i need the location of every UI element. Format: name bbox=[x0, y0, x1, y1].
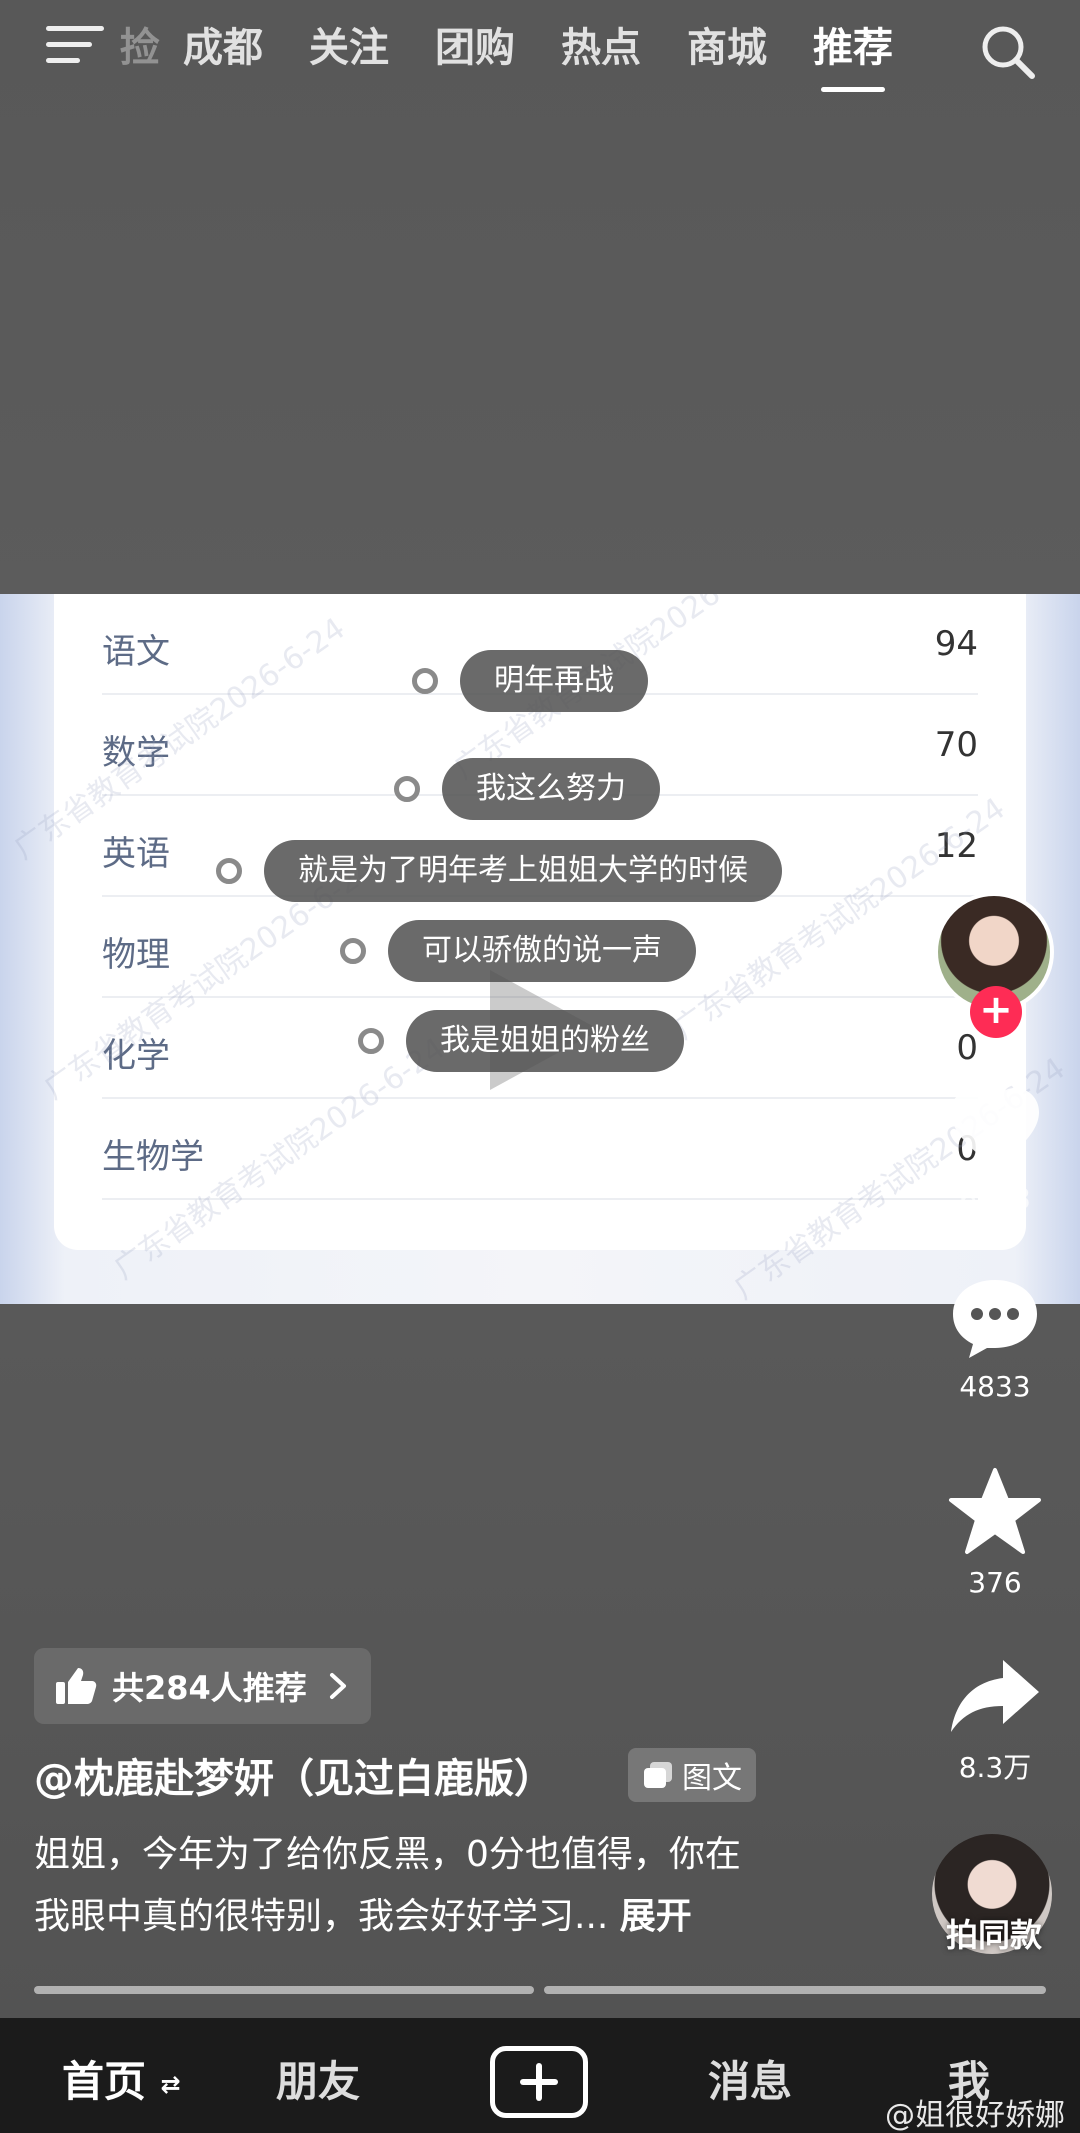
image-progress-segment[interactable] bbox=[34, 1986, 534, 1994]
author-avatar-group: + bbox=[934, 892, 1054, 1038]
score-value: 0 bbox=[956, 1028, 978, 1068]
danmaku-bubble: 就是为了明年考上姐姐大学的时候 bbox=[264, 840, 782, 902]
subject-label: 数学 bbox=[102, 733, 170, 773]
danmaku-bubble: 可以骄傲的说一声 bbox=[388, 920, 696, 982]
follow-plus-icon[interactable]: + bbox=[970, 986, 1022, 1038]
thumbs-up-icon bbox=[56, 1668, 97, 1704]
tab-recommended[interactable]: 推荐 bbox=[790, 18, 916, 78]
danmaku-dot-icon bbox=[340, 938, 366, 964]
tab-partial[interactable]: 捡 bbox=[120, 18, 160, 78]
tab-trending[interactable]: 热点 bbox=[538, 18, 664, 78]
post-type-label: 图文 bbox=[682, 1761, 742, 1796]
top-navigation: 捡 成都 关注 团购 热点 商城 推荐 bbox=[0, 0, 1080, 110]
tab-home-label: 首页 bbox=[62, 2057, 147, 2106]
tab-messages[interactable]: 消息 bbox=[708, 2048, 792, 2109]
switch-arrows-icon: ⇄ bbox=[160, 2070, 181, 2099]
share-icon bbox=[951, 1660, 1039, 1732]
share-action[interactable]: 8.3万 bbox=[930, 1656, 1060, 1786]
description-line: 姐姐，今年为了给你反黑，0分也值得，你在 bbox=[34, 1834, 741, 1875]
subject-label: 化学 bbox=[102, 1036, 170, 1076]
post-description: 姐姐，今年为了给你反黑，0分也值得，你在 我眼中真的很特别，我会好好学习... … bbox=[34, 1824, 834, 1948]
search-icon[interactable] bbox=[978, 22, 1038, 82]
same-style-button[interactable]: 拍同款 bbox=[932, 1834, 1056, 1958]
recommend-text: 共284人推荐 bbox=[112, 1669, 307, 1707]
author-name[interactable]: @枕鹿赴梦妍（见过白鹿版） bbox=[34, 1746, 554, 1804]
heart-icon bbox=[951, 1088, 1039, 1168]
danmaku-dot-icon bbox=[394, 776, 420, 802]
danmaku-item: 就是为了明年考上姐姐大学的时候 bbox=[216, 840, 782, 902]
danmaku-dot-icon bbox=[216, 858, 242, 884]
danmaku-item: 可以骄傲的说一声 bbox=[340, 920, 696, 982]
danmaku-bubble: 我这么努力 bbox=[442, 758, 660, 820]
danmaku-bubble: 明年再战 bbox=[460, 650, 648, 712]
description-line-text: 我眼中真的很特别，我会好好学习... bbox=[34, 1896, 609, 1937]
recommend-pill[interactable]: 共284人推荐 bbox=[34, 1648, 371, 1724]
tab-home[interactable]: 首页 ⇄ bbox=[62, 2048, 181, 2109]
post-type-tag: 图文 bbox=[628, 1748, 756, 1802]
danmaku-item: 我这么努力 bbox=[394, 758, 660, 820]
comment-icon bbox=[953, 1280, 1037, 1358]
chevron-right-icon bbox=[329, 1673, 346, 1699]
danmaku-bubble: 我是姐姐的粉丝 bbox=[406, 1010, 684, 1072]
create-button[interactable] bbox=[490, 2046, 588, 2118]
score-value: 94 bbox=[934, 624, 978, 664]
overlay-watermark: @姐很好娇娜 bbox=[885, 2098, 1065, 2133]
score-value: 70 bbox=[934, 725, 978, 765]
comment-action[interactable]: 4833 bbox=[930, 1276, 1060, 1403]
same-style-label: 拍同款 bbox=[945, 1916, 1042, 1954]
image-text-icon bbox=[644, 1762, 672, 1788]
menu-icon[interactable] bbox=[46, 22, 104, 68]
favorite-count: 376 bbox=[968, 1566, 1022, 1599]
danmaku-dot-icon bbox=[412, 668, 438, 694]
subject-label: 语文 bbox=[102, 632, 170, 672]
subject-label: 英语 bbox=[102, 834, 170, 874]
score-row: 生物学 0 bbox=[102, 1099, 978, 1200]
favorite-action[interactable]: 376 bbox=[930, 1466, 1060, 1599]
subject-label: 物理 bbox=[102, 935, 170, 975]
tab-group-buy[interactable]: 团购 bbox=[412, 18, 538, 78]
danmaku-item: 明年再战 bbox=[412, 650, 648, 712]
share-count: 8.3万 bbox=[958, 1751, 1032, 1784]
like-action[interactable]: 6148 bbox=[930, 1084, 1060, 1215]
expand-link[interactable]: 展开 bbox=[620, 1896, 692, 1937]
tab-following[interactable]: 关注 bbox=[286, 18, 412, 78]
subject-label: 生物学 bbox=[102, 1137, 204, 1177]
danmaku-dot-icon bbox=[358, 1028, 384, 1054]
score-value: 12 bbox=[934, 826, 978, 866]
comment-count: 4833 bbox=[959, 1370, 1031, 1403]
tab-mall[interactable]: 商城 bbox=[664, 18, 790, 78]
star-icon bbox=[949, 1468, 1041, 1554]
top-tabs: 捡 成都 关注 团购 热点 商城 推荐 bbox=[120, 18, 916, 78]
image-progress-segment[interactable] bbox=[544, 1986, 1046, 1994]
description-line-2: 我眼中真的很特别，我会好好学习... 展开 bbox=[34, 1886, 834, 1948]
tab-chengdu[interactable]: 成都 bbox=[160, 18, 286, 78]
tab-friends[interactable]: 朋友 bbox=[276, 2048, 360, 2109]
danmaku-item: 我是姐姐的粉丝 bbox=[358, 1010, 684, 1072]
plus-icon bbox=[520, 2063, 558, 2101]
like-count: 6148 bbox=[959, 1182, 1031, 1215]
